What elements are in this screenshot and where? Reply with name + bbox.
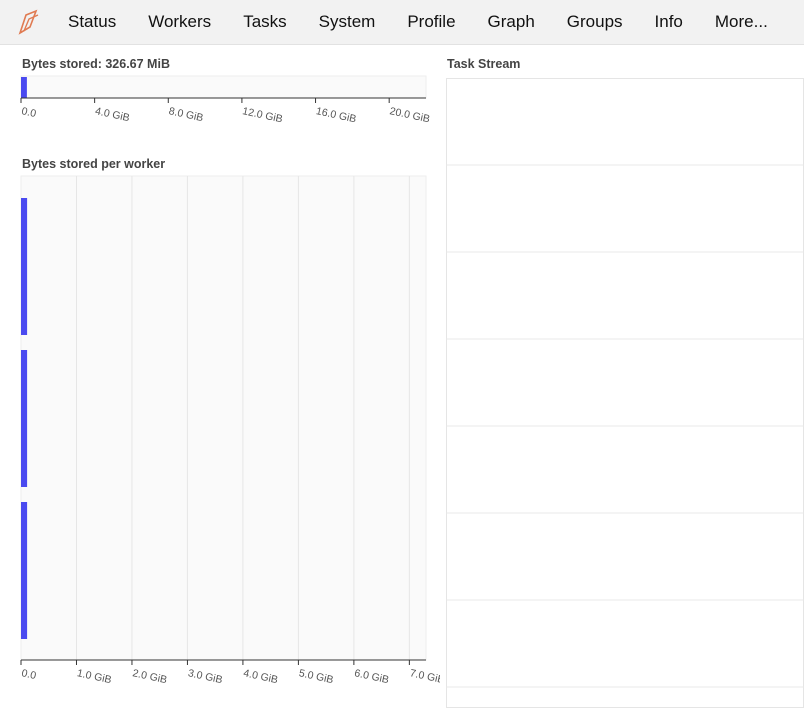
x-tick-label: 4.0 GiB <box>242 667 279 686</box>
nav-groups[interactable]: Groups <box>551 0 639 44</box>
plot-background <box>20 175 427 661</box>
bytes-per-worker-title: Bytes stored per worker <box>22 157 166 171</box>
plot-background <box>20 75 427 99</box>
nav-tasks[interactable]: Tasks <box>227 0 302 44</box>
x-tick-label: 6.0 GiB <box>353 667 390 686</box>
task-stream-plot[interactable] <box>446 78 804 708</box>
bar <box>21 198 28 335</box>
bar <box>21 502 28 639</box>
x-tick-label: 20.0 GiB <box>389 105 431 125</box>
task-stream-background <box>446 78 804 708</box>
nav-system[interactable]: System <box>303 0 392 44</box>
bytes-stored-chart: 0.0 4.0 GiB 8.0 GiB 12.0 GiB 16.0 GiB 20.0 Gi… <box>20 75 431 125</box>
x-tick-label: 8.0 GiB <box>168 105 205 124</box>
x-tick-label: 5.0 GiB <box>298 667 335 686</box>
dask-logo-icon[interactable] <box>14 7 44 37</box>
x-tick-label: 16.0 GiB <box>315 105 357 125</box>
top-navbar: Status Workers Tasks System Profile Grap… <box>0 0 804 45</box>
x-tick-label: 4.0 GiB <box>94 105 131 124</box>
nav-info[interactable]: Info <box>639 0 699 44</box>
x-tick-label: 1.0 GiB <box>76 667 113 686</box>
nav-more[interactable]: More... <box>699 0 784 44</box>
nav-profile[interactable]: Profile <box>391 0 471 44</box>
bar <box>21 77 27 98</box>
bar <box>21 350 28 487</box>
nav-workers[interactable]: Workers <box>132 0 227 44</box>
nav-status[interactable]: Status <box>52 0 132 44</box>
bytes-per-worker-chart: 0.0 1.0 GiB 2.0 GiB 3.0 GiB 4.0 GiB 5.0 GiB 6.… <box>20 175 440 686</box>
task-stream-title: Task Stream <box>447 57 521 71</box>
bytes-stored-title: Bytes stored: 326.67 MiB <box>22 57 170 71</box>
x-tick-label: 3.0 GiB <box>187 667 224 686</box>
x-tick-label: 0.0 <box>20 667 37 682</box>
x-tick-label: 0.0 <box>20 105 37 120</box>
x-tick-label: 2.0 GiB <box>131 667 168 686</box>
nav-graph[interactable]: Graph <box>472 0 551 44</box>
x-tick-label: 12.0 GiB <box>241 105 283 125</box>
x-tick-label: 7.0 GiB <box>409 667 440 686</box>
